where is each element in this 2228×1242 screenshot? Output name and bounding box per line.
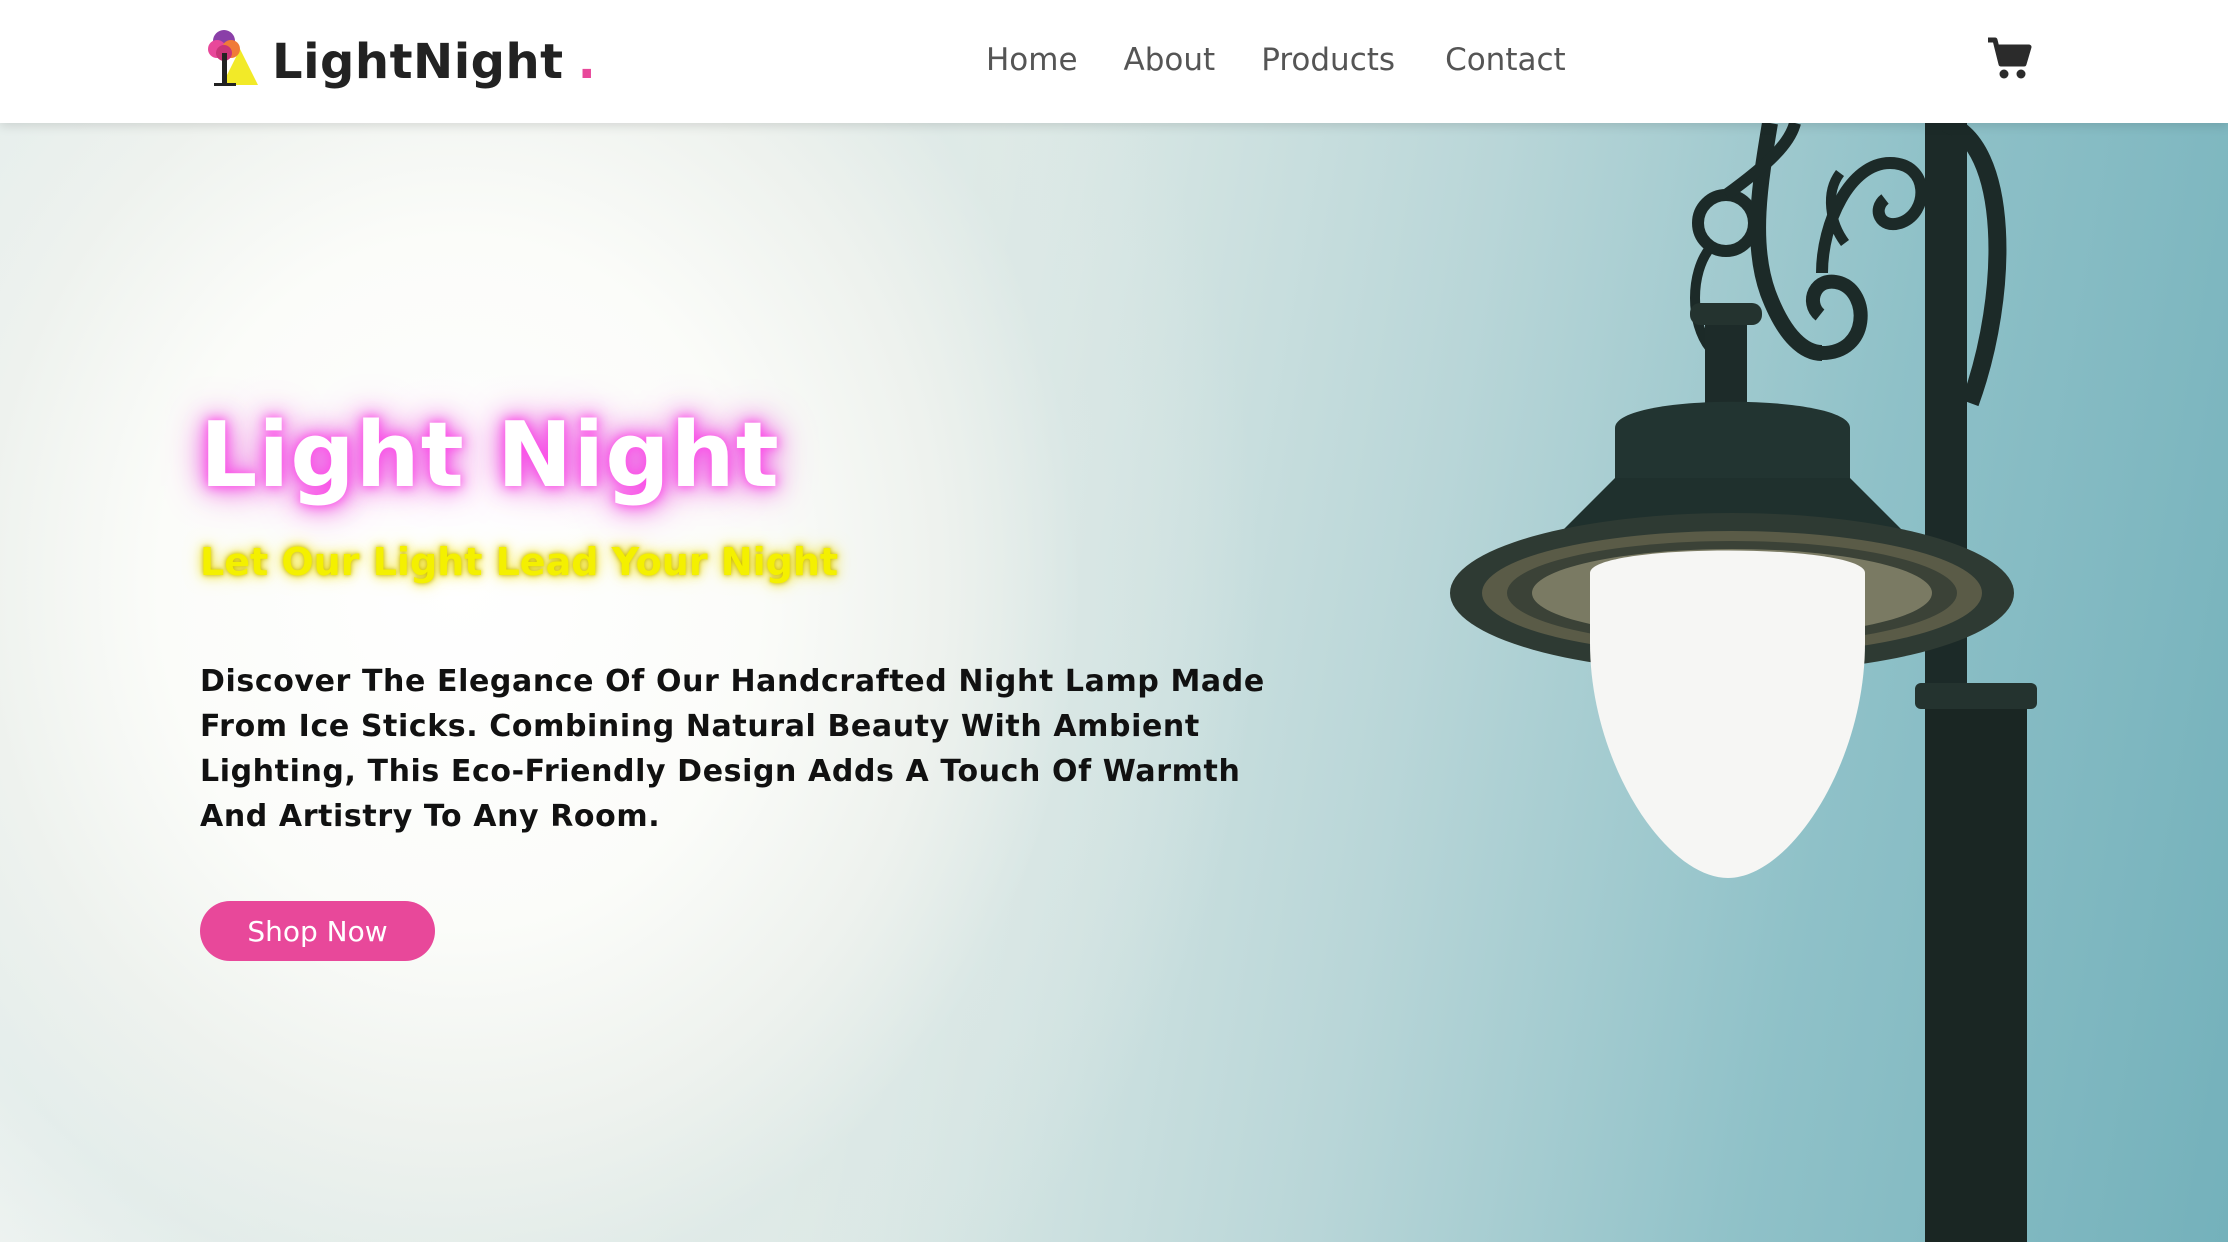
hero-section: Light Night Let Our Light Lead Your Nigh… — [0, 123, 2228, 1242]
main-nav: Home About Products Contact — [986, 36, 1566, 84]
brand-name: LightNight — [272, 34, 564, 90]
site-header: LightNight . Home About Products Contact — [0, 0, 2228, 123]
hero-description: Discover The Elegance Of Our Handcrafted… — [200, 664, 1265, 834]
hero-subtitle: Let Our Light Lead Your Night — [200, 540, 839, 584]
cart-icon[interactable] — [1986, 36, 2032, 80]
nav-about[interactable]: About — [1124, 36, 1216, 84]
hero-title: Light Night — [200, 403, 780, 508]
street-lamp-image — [1450, 123, 2037, 1242]
page: LightNight . Home About Products Contact — [0, 0, 2228, 1242]
brand-dot: . — [577, 34, 596, 90]
tree-lamp-logo-icon — [208, 30, 258, 86]
nav-home[interactable]: Home — [986, 36, 1078, 84]
nav-products[interactable]: Products — [1261, 36, 1395, 84]
shop-now-button[interactable]: Shop Now — [200, 901, 435, 961]
nav-contact[interactable]: Contact — [1445, 36, 1566, 84]
brand-link[interactable]: LightNight . — [204, 22, 596, 102]
